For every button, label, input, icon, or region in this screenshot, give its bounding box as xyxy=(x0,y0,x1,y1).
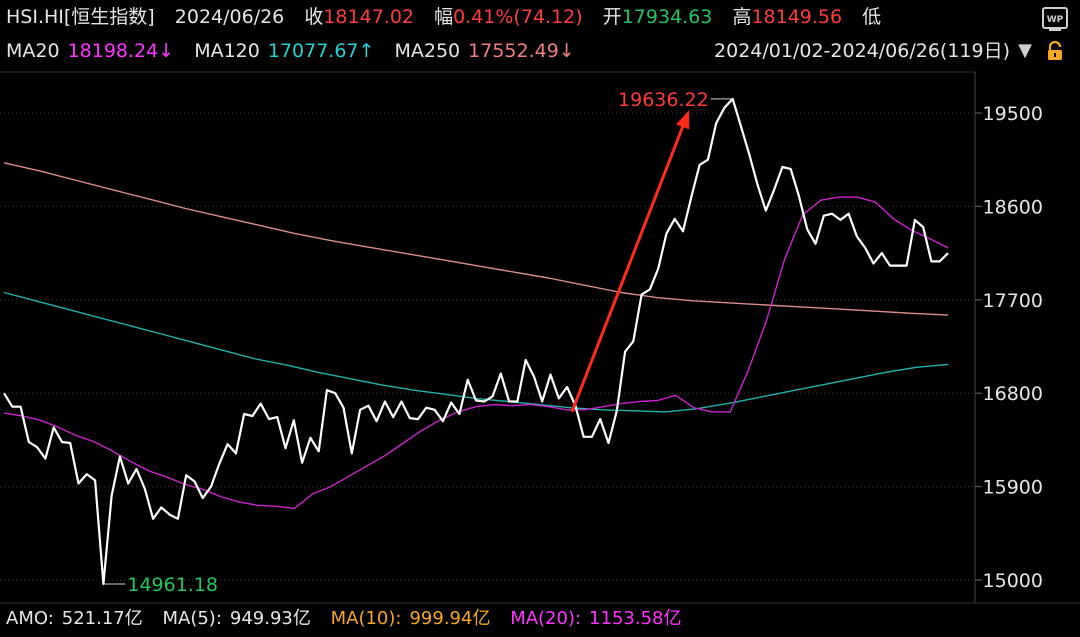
trend-arrow-head xyxy=(676,110,690,130)
change-label: 幅 xyxy=(434,6,454,28)
ma20-label: MA20 xyxy=(6,40,60,62)
symbol-label[interactable]: HSI.HI[恒生指数] xyxy=(6,6,155,28)
annotations: 19636.22 14961.18 xyxy=(103,89,733,596)
high-label: 高 xyxy=(732,6,752,28)
amo-label: AMO: xyxy=(6,608,54,629)
chart-window: 15000 15900 16800 17700 18600 19500 19636.22 1… xyxy=(0,0,1080,637)
open-value: 17934.63 xyxy=(621,6,713,28)
wp-icon[interactable]: WP xyxy=(1042,7,1068,33)
ma20-vol-label: MA(20): xyxy=(510,608,582,629)
amo-value: 521.17亿 xyxy=(61,608,143,629)
low-label: 低 xyxy=(862,6,882,28)
ma5-value: 949.93亿 xyxy=(229,608,311,629)
series-line-ma120 xyxy=(3,291,949,413)
date-label: 2024/06/26 xyxy=(174,6,285,28)
ma10-value: 999.94亿 xyxy=(409,608,491,629)
price-chart[interactable]: 150001590016800177001860019500 19636.221… xyxy=(0,0,1080,637)
y-tick-label: 15000 xyxy=(983,570,1043,592)
grid xyxy=(0,112,975,581)
series-line-ma20 xyxy=(3,196,949,510)
volume-footer: AMO: 521.17亿 MA(5): 949.93亿 MA(10): 999.94亿… xyxy=(6,607,681,631)
close-label: 收 xyxy=(304,6,324,28)
y-tick-label: 17700 xyxy=(983,290,1043,312)
ma120-label: MA120 xyxy=(194,40,260,62)
ma120-value: 17077.67↑ xyxy=(267,40,375,62)
y-tick-label: 19500 xyxy=(983,103,1043,125)
trend-arrow-shaft xyxy=(570,113,690,413)
ma-header: MA20 18198.24↓ MA120 17077.67↑ MA250 17552.… xyxy=(6,39,575,63)
open-label: 开 xyxy=(602,6,622,28)
svg-text:WP: WP xyxy=(1047,15,1064,25)
series-line-ma250 xyxy=(3,162,949,316)
quote-header: HSI.HI[恒生指数] 2024/06/26 收18147.02 幅0.41%… xyxy=(6,5,881,29)
series-line-hsi xyxy=(3,97,949,586)
high-value-label: 19636.22 xyxy=(618,89,709,111)
lock-icon[interactable] xyxy=(1044,40,1066,62)
date-range-selector[interactable]: 2024/01/02-2024/06/26(119日) xyxy=(714,39,1010,63)
ma5-label: MA(5): xyxy=(162,608,222,629)
ma10-label: MA(10): xyxy=(330,608,402,629)
close-value: 18147.02 xyxy=(323,6,415,28)
ma250-value: 17552.49↓ xyxy=(468,40,575,62)
y-tick-label: 16800 xyxy=(983,383,1043,405)
high-value: 18149.56 xyxy=(751,6,843,28)
y-tick-label: 15900 xyxy=(983,477,1043,499)
ma20-vol-value: 1153.58亿 xyxy=(589,608,682,629)
change-value: 0.41%(74.12) xyxy=(453,6,583,28)
dropdown-arrow-icon[interactable]: ▼ xyxy=(1018,39,1032,63)
y-axis: 15000 15900 16800 17700 18600 19500 xyxy=(975,103,1043,592)
low-value-label: 14961.18 xyxy=(127,574,218,596)
ma250-label: MA250 xyxy=(394,40,461,62)
series xyxy=(3,97,949,586)
ma20-value: 18198.24↓ xyxy=(67,40,175,62)
y-tick-label: 18600 xyxy=(983,196,1043,218)
